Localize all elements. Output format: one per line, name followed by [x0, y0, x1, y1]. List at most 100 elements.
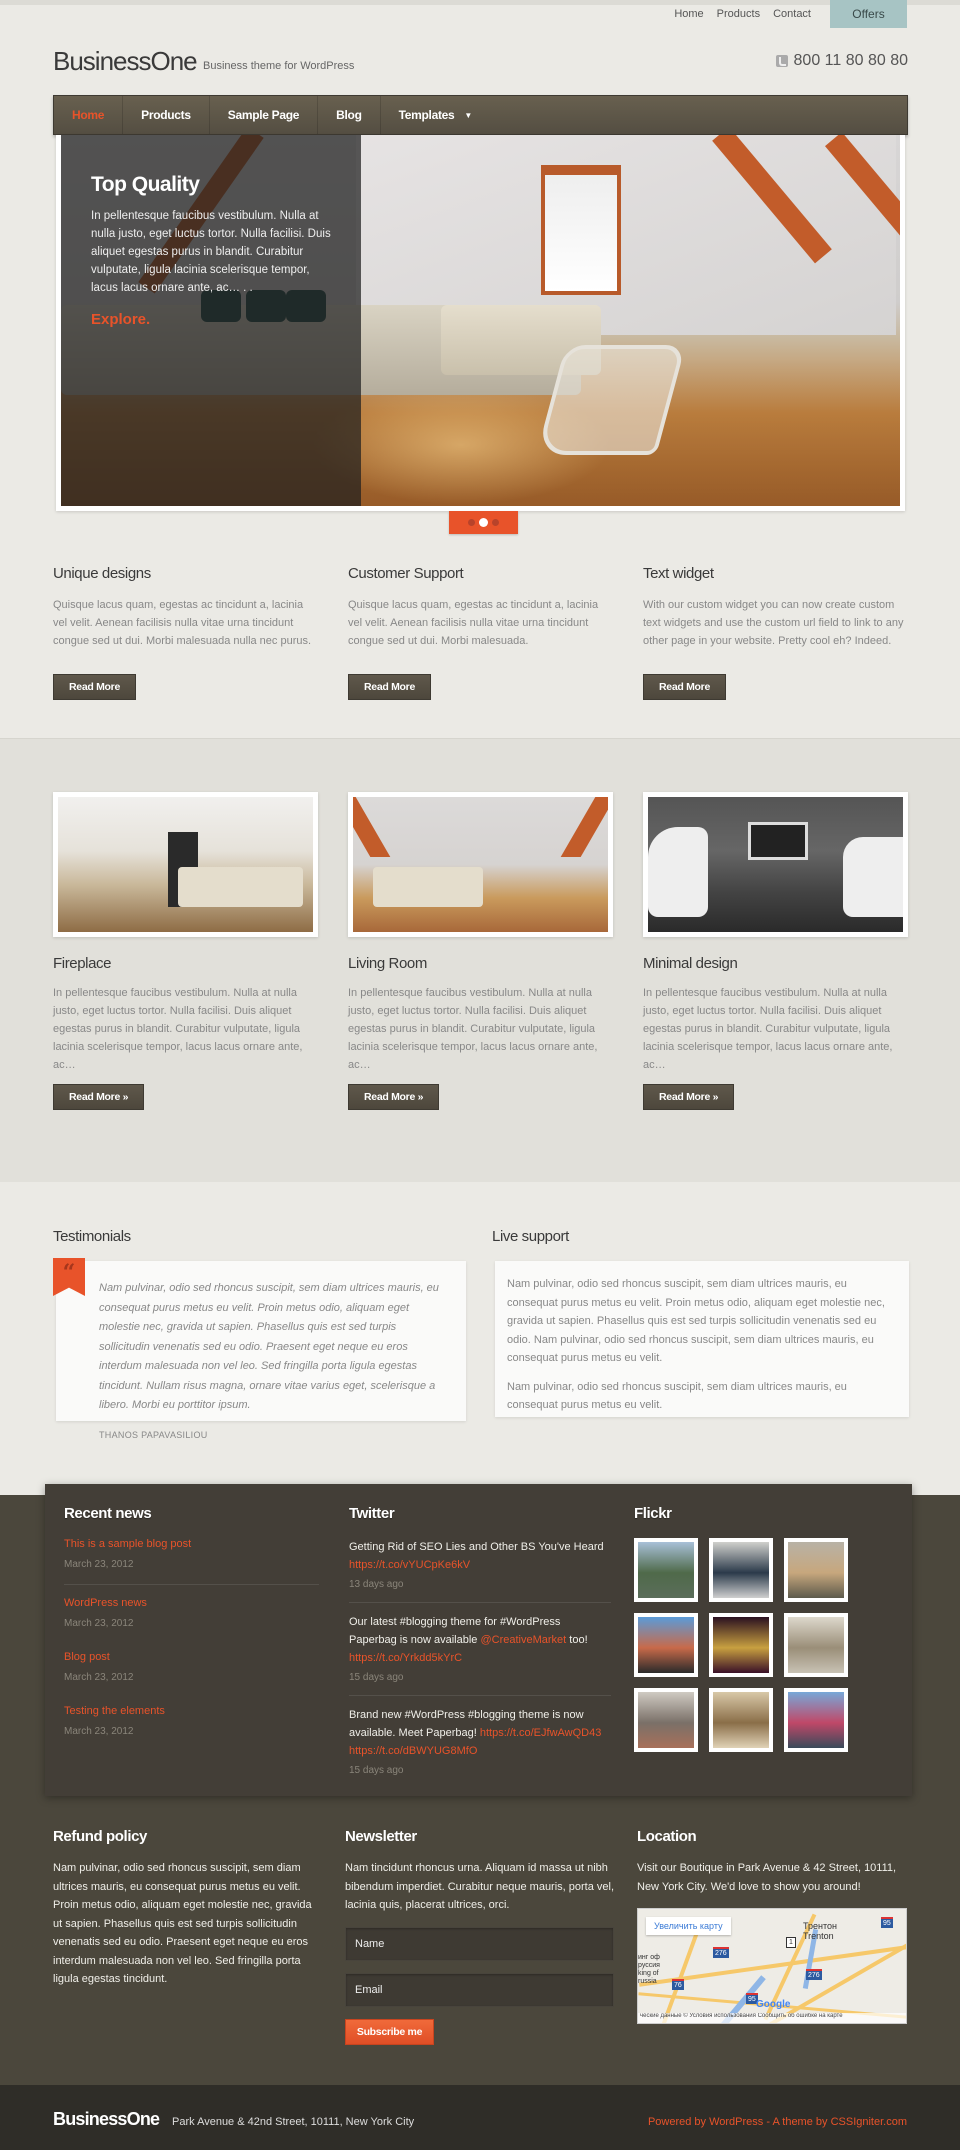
gallery-text: In pellentesque faucibus vestibulum. Nul…	[348, 987, 598, 1071]
photo-detail	[748, 822, 808, 860]
flickr-photo	[638, 1542, 694, 1598]
slide-window	[541, 165, 621, 295]
photo-detail	[560, 797, 608, 857]
news-item: Blog post March 23, 2012	[64, 1651, 319, 1693]
slide-caption: Top Quality In pellentesque faucibus ves…	[61, 135, 361, 506]
location-text: Visit our Boutique in Park Avenue & 42 S…	[637, 1862, 897, 1893]
news-date: March 23, 2012	[64, 1618, 134, 1629]
tweet-link[interactable]: https://t.co/vYUCpKe6kV	[349, 1556, 611, 1574]
enlarge-map-button[interactable]: Увеличить карту	[646, 1917, 731, 1935]
tweet-time: 13 days ago	[349, 1579, 404, 1590]
read-more-button[interactable]: Read More	[348, 674, 431, 700]
flickr-thumb-graffiti[interactable]	[784, 1688, 848, 1752]
tweet-link[interactable]: https://t.co/dBWYUG8MfO	[349, 1742, 611, 1760]
footer-logo[interactable]: BusinessOne	[53, 2109, 160, 2130]
feature-card: Customer Support Quisque lacus quam, ege…	[348, 565, 613, 700]
flickr-thumb-casa-batllo[interactable]	[784, 1613, 848, 1677]
news-date: March 23, 2012	[64, 1672, 134, 1683]
theme-by-link[interactable]: A theme by CSSIgniter.com	[772, 2116, 907, 2128]
feature-text: Quisque lacus quam, egestas ac tincidunt…	[53, 599, 312, 647]
recent-news-widget: Recent news This is a sample blog post M…	[64, 1505, 319, 1759]
features-section: Unique designs Quisque lacus quam, egest…	[53, 565, 908, 700]
powered-by-link[interactable]: Powered by WordPress	[648, 2116, 763, 2128]
nav-item-blog[interactable]: Blog	[318, 96, 381, 134]
map-shield: 76	[672, 1979, 684, 1990]
gallery-image-living-room[interactable]	[348, 792, 613, 937]
read-more-button[interactable]: Read More	[53, 674, 136, 700]
photo-minimal-design	[648, 797, 903, 932]
location-map[interactable]: 276 1 276 76 95 95 Увеличить карту Трент…	[637, 1908, 907, 2024]
news-item: WordPress news March 23, 2012	[64, 1597, 319, 1639]
tweet-link[interactable]: https://t.co/Yrkdd5kYrC	[349, 1649, 611, 1667]
nav-item-templates[interactable]: Templates ▼	[381, 96, 490, 134]
tweet-link[interactable]: https://t.co/EJfwAwQD43	[480, 1727, 601, 1739]
refund-title: Refund policy	[53, 1828, 147, 1845]
flickr-thumb-building[interactable]	[634, 1688, 698, 1752]
tweet-time: 15 days ago	[349, 1672, 404, 1683]
read-more-button[interactable]: Read More	[643, 674, 726, 700]
photo-detail	[648, 827, 708, 917]
nav-item-sample-page[interactable]: Sample Page	[210, 96, 319, 134]
gallery-image-minimal[interactable]	[643, 792, 908, 937]
news-link[interactable]: This is a sample blog post	[64, 1538, 319, 1550]
gallery-text: In pellentesque faucibus vestibulum. Nul…	[643, 987, 893, 1071]
slide-image: Top Quality In pellentesque faucibus ves…	[61, 135, 900, 506]
flickr-thumb-lighthouse[interactable]	[784, 1538, 848, 1602]
map-city-label: Трентон Trenton	[803, 1921, 837, 1941]
offers-button[interactable]: Offers	[830, 0, 907, 28]
flickr-thumb-canal-houses[interactable]	[634, 1613, 698, 1677]
email-field[interactable]	[345, 1972, 614, 2007]
slider-dot[interactable]	[492, 519, 499, 526]
tweet: Brand new #WordPress #blogging theme is …	[349, 1706, 611, 1788]
photo-detail	[178, 867, 303, 907]
flickr-thumb-statue[interactable]	[709, 1688, 773, 1752]
main-nav: Home Products Sample Page Blog Templates…	[53, 95, 908, 135]
newsletter-title: Newsletter	[345, 1828, 417, 1845]
name-field[interactable]	[345, 1926, 614, 1961]
tweet-mention[interactable]: @CreativeMarket	[480, 1634, 566, 1646]
news-link[interactable]: Testing the elements	[64, 1705, 319, 1717]
flickr-photo	[788, 1542, 844, 1598]
slider-dot-active[interactable]	[479, 518, 488, 527]
read-more-button[interactable]: Read More »	[643, 1084, 735, 1110]
flickr-thumb-speedometer[interactable]	[709, 1538, 773, 1602]
tweet-time: 15 days ago	[349, 1765, 404, 1776]
flickr-grid	[634, 1538, 894, 1752]
flickr-thumb-river[interactable]	[634, 1538, 698, 1602]
read-more-button[interactable]: Read More »	[53, 1084, 145, 1110]
subscribe-button[interactable]: Subscribe me	[345, 2018, 434, 2045]
flickr-thumb-bar[interactable]	[709, 1613, 773, 1677]
news-date: March 23, 2012	[64, 1559, 134, 1570]
top-nav-products[interactable]: Products	[717, 8, 760, 20]
map-attribution: ческие данные © Условия использования Со…	[638, 2013, 906, 2023]
location-widget: Location Visit our Boutique in Park Aven…	[637, 1828, 909, 2024]
photo-living-room	[353, 797, 608, 932]
map-shield: 95	[881, 1917, 893, 1928]
nav-item-home[interactable]: Home	[54, 96, 124, 134]
top-nav-home[interactable]: Home	[674, 8, 703, 20]
nav-item-products[interactable]: Products	[123, 96, 210, 134]
testimonials-title: Testimonials	[53, 1228, 131, 1245]
phone-number: 800 11 80 80 80	[775, 52, 908, 70]
flickr-photo	[638, 1617, 694, 1673]
map-shield: 276	[713, 1947, 729, 1958]
slide-title: Top Quality	[91, 173, 200, 196]
flickr-photo	[713, 1542, 769, 1598]
footer-address: Park Avenue & 42nd Street, 10111, New Yo…	[172, 2116, 415, 2128]
photo-detail	[843, 837, 903, 917]
top-nav-contact[interactable]: Contact	[773, 8, 811, 20]
live-support-box: Nam pulvinar, odio sed rhoncus suscipit,…	[495, 1261, 909, 1417]
read-more-button[interactable]: Read More »	[348, 1084, 440, 1110]
slider-dot[interactable]	[468, 519, 475, 526]
slide-text: In pellentesque faucibus vestibulum. Nul…	[91, 210, 331, 294]
news-link[interactable]: WordPress news	[64, 1597, 319, 1609]
site-logo[interactable]: BusinessOne	[53, 46, 198, 77]
explore-link[interactable]: Explore.	[91, 311, 331, 328]
gallery-image-fireplace[interactable]	[53, 792, 318, 937]
news-link[interactable]: Blog post	[64, 1651, 319, 1663]
live-support-title: Live support	[492, 1228, 569, 1245]
site-tagline: Business theme for WordPress	[203, 60, 355, 72]
site-header: BusinessOne Business theme for WordPress…	[53, 40, 908, 80]
gallery-section: Fireplace In pellentesque faucibus vesti…	[53, 792, 908, 1110]
nav-item-templates-label: Templates	[398, 108, 455, 122]
